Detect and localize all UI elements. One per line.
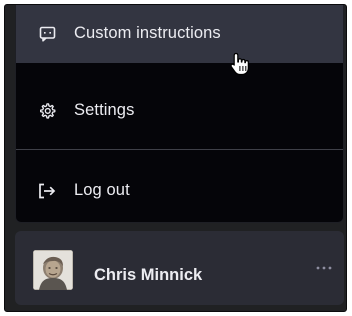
ellipsis-icon[interactable]	[314, 261, 334, 275]
menu-divider	[16, 149, 343, 150]
menu-item-custom-instructions[interactable]: Custom instructions	[16, 5, 343, 63]
hand-pointer-icon	[229, 52, 251, 76]
menu-item-label: Settings	[74, 101, 135, 119]
user-name: Chris Minnick	[94, 266, 203, 284]
chat-bubble-icon	[38, 25, 56, 43]
logout-icon	[38, 182, 56, 200]
gear-icon	[38, 102, 56, 120]
menu-item-label: Custom instructions	[74, 24, 221, 42]
menu-item-log-out[interactable]: Log out	[16, 162, 343, 220]
menu-item-settings[interactable]: Settings	[16, 82, 343, 140]
account-popup-menu: Custom instructions Settings Log out	[15, 5, 344, 223]
user-account-button[interactable]: Chris Minnick	[15, 231, 344, 305]
account-menu-panel: Custom instructions Settings Log out Chr…	[4, 4, 347, 312]
avatar	[33, 250, 73, 290]
menu-item-label: Log out	[74, 181, 130, 199]
